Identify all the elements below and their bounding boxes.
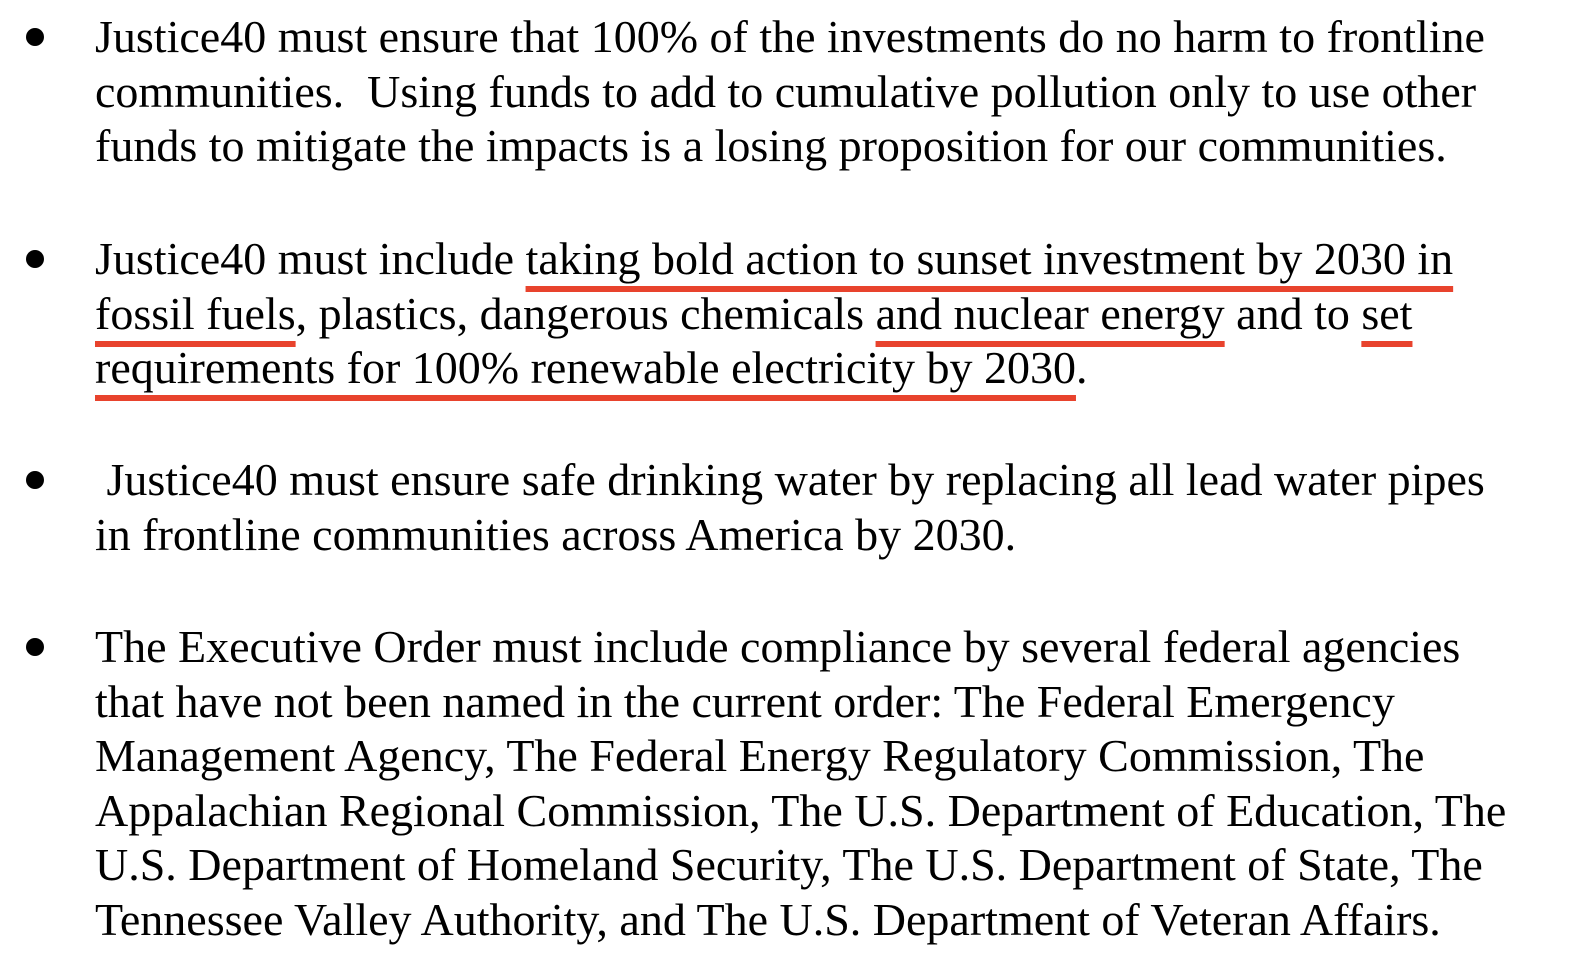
- highlighted-text: and nuclear energy: [875, 287, 1225, 339]
- bullet-icon: [26, 471, 44, 489]
- text-line: requirements for 100% renewable electric…: [95, 341, 1565, 396]
- text-line: The Executive Order must include complia…: [95, 621, 1461, 672]
- highlighted-text: fossil fuels: [95, 287, 296, 339]
- bullet-text-1: Justice40 must ensure that 100% of the i…: [95, 10, 1565, 174]
- text-line: communities. Using funds to add to cumul…: [95, 65, 1477, 117]
- text-line: Management Agency, The Federal Energy Re…: [95, 730, 1425, 781]
- text-line: in frontline communities across America …: [95, 508, 1017, 560]
- plain-text: and to: [1224, 287, 1362, 339]
- text-line: Justice40 must include taking bold actio…: [95, 232, 1565, 287]
- document-page: Justice40 must ensure that 100% of the i…: [0, 0, 1586, 974]
- bullet-text-3: Justice40 must ensure safe drinking wate…: [95, 453, 1565, 562]
- text-line: Justice40 must ensure that 100% of the i…: [95, 11, 1485, 62]
- highlighted-text: taking bold action to sunset investment …: [525, 233, 1454, 284]
- bullet-text-2: Justice40 must include taking bold actio…: [95, 232, 1565, 396]
- highlighted-text: requirements for 100% renewable electric…: [95, 342, 1076, 393]
- text-line: funds to mitigate the impacts is a losin…: [95, 120, 1447, 171]
- text-line: that have not been named in the current …: [95, 675, 1395, 727]
- bullet-text-4: The Executive Order must include complia…: [95, 620, 1565, 947]
- highlighted-text: set: [1361, 287, 1413, 339]
- text-line: U.S. Department of Homeland Security, Th…: [95, 839, 1483, 890]
- text-line: Appalachian Regional Commission, The U.S…: [95, 784, 1507, 836]
- text-line: Justice40 must ensure safe drinking wate…: [95, 454, 1485, 505]
- plain-text: .: [1075, 342, 1088, 393]
- text-line: fossil fuels, plastics, dangerous chemic…: [95, 287, 1565, 342]
- bullet-icon: [26, 28, 44, 46]
- bullet-icon: [26, 638, 44, 656]
- bullet-icon: [26, 250, 44, 268]
- plain-text: Justice40 must include: [95, 233, 526, 284]
- plain-text: , plastics, dangerous chemicals: [295, 287, 876, 339]
- text-line: Tennessee Valley Authority, and The U.S.…: [95, 893, 1441, 945]
